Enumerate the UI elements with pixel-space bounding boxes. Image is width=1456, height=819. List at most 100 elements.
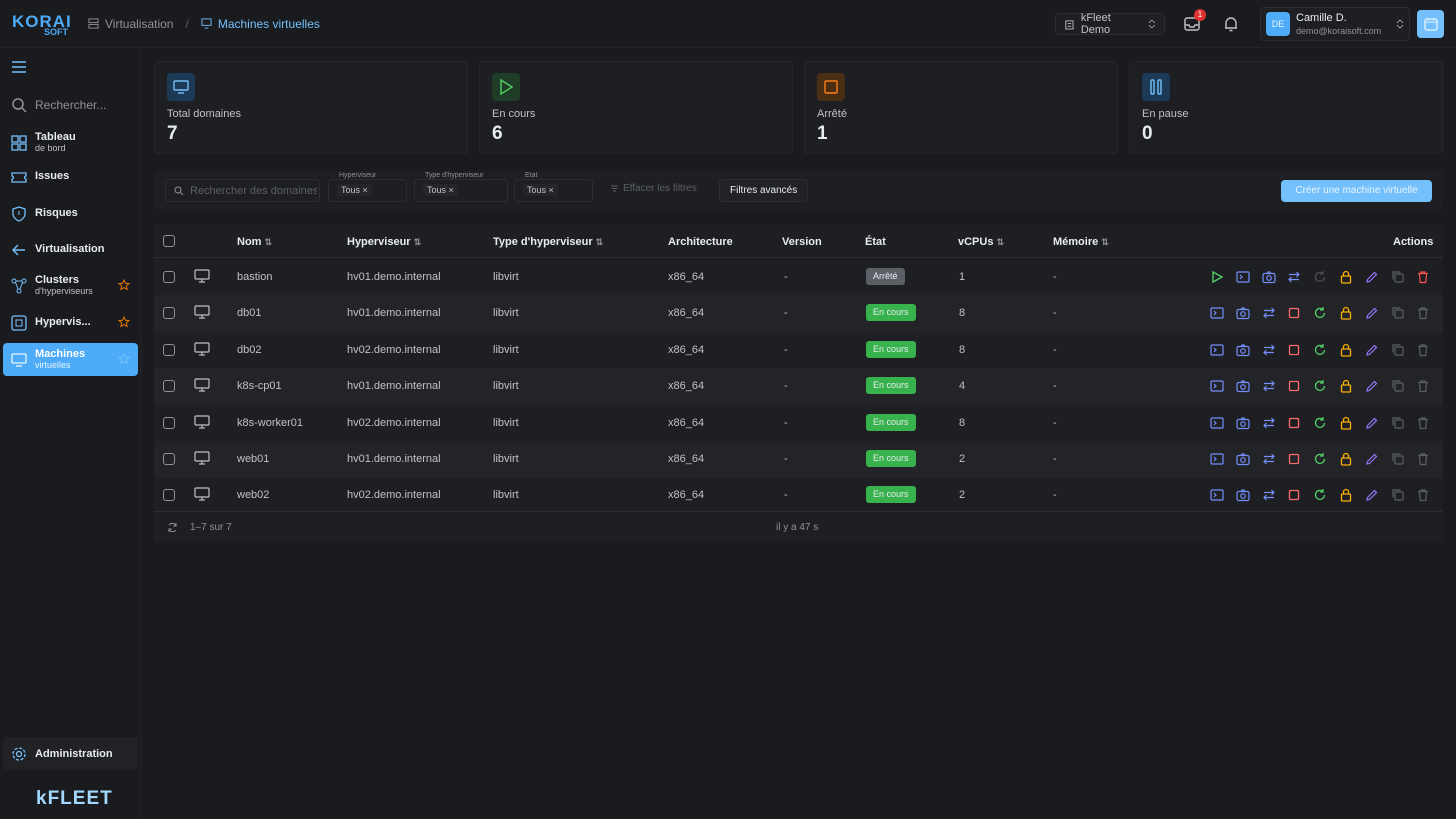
clone-icon[interactable] (1391, 270, 1405, 284)
restart-icon[interactable] (1313, 270, 1327, 284)
restart-icon[interactable] (1313, 379, 1327, 393)
table-row[interactable]: bastion hv01.demo.internal libvirt x86_64 - 1… (154, 259, 1443, 296)
column-header-memoire[interactable]: Mémoire ⇅ (1053, 236, 1109, 248)
trash-icon[interactable] (1416, 270, 1430, 284)
row-checkbox[interactable] (163, 417, 175, 429)
filter-tag[interactable]: Tous × (523, 184, 558, 196)
filter-type-hyperviseur[interactable]: Type d'hyperviseur Tous × (414, 172, 508, 202)
sidebar-item-risques[interactable]: Risques (3, 197, 138, 230)
vm-name[interactable]: db01 (237, 307, 261, 319)
app-logo[interactable]: KORAI SOFT (12, 0, 82, 48)
restart-icon[interactable] (1313, 452, 1327, 466)
clear-filters-button[interactable]: Effacer les filtres (610, 183, 697, 194)
filter-hyperviseur[interactable]: Hyperviseur Tous × (328, 172, 407, 202)
camera-icon[interactable] (1236, 306, 1250, 320)
stop-icon[interactable] (1287, 488, 1301, 502)
edit-icon[interactable] (1365, 452, 1379, 466)
column-header-vcpus[interactable]: vCPUs ⇅ (958, 236, 1004, 248)
trash-icon[interactable] (1416, 306, 1430, 320)
sidebar-item-dashboard[interactable]: Tableau de bord (3, 126, 138, 159)
lock-icon[interactable] (1339, 343, 1353, 357)
play-icon[interactable] (1210, 270, 1224, 284)
star-icon[interactable] (118, 316, 130, 328)
migrate-icon[interactable] (1262, 306, 1276, 320)
star-icon[interactable] (118, 279, 130, 291)
sidebar-item-administration[interactable]: Administration (3, 737, 138, 770)
restart-icon[interactable] (1313, 306, 1327, 320)
stop-icon[interactable] (1287, 343, 1301, 357)
sidebar-item-hyperviseurs[interactable]: Hypervis... (3, 306, 138, 339)
camera-icon[interactable] (1236, 452, 1250, 466)
breadcrumb-item-machines[interactable]: Machines virtuelles (201, 17, 320, 31)
table-row[interactable]: k8s-cp01 hv01.demo.internal libvirt x86_64 -… (154, 368, 1443, 405)
table-row[interactable]: web02 hv02.demo.internal libvirt x86_64 - 2 - E… (154, 477, 1443, 514)
table-row[interactable]: db02 hv02.demo.internal libvirt x86_64 - 8 - En… (154, 332, 1443, 369)
hamburger-icon[interactable] (11, 60, 27, 74)
lock-icon[interactable] (1339, 270, 1353, 284)
create-vm-button[interactable]: Créer une machine virtuelle (1281, 180, 1432, 202)
terminal-icon[interactable] (1210, 416, 1224, 430)
filter-tag[interactable]: Tous × (337, 184, 372, 196)
vm-name[interactable]: db02 (237, 344, 261, 356)
clone-icon[interactable] (1391, 306, 1405, 320)
table-row[interactable]: db01 hv01.demo.internal libvirt x86_64 - 8 - En… (154, 295, 1443, 332)
camera-icon[interactable] (1236, 379, 1250, 393)
lock-icon[interactable] (1339, 488, 1353, 502)
column-header-nom[interactable]: Nom ⇅ (237, 236, 272, 248)
stop-icon[interactable] (1287, 452, 1301, 466)
trash-icon[interactable] (1416, 379, 1430, 393)
migrate-icon[interactable] (1287, 270, 1301, 284)
trash-icon[interactable] (1416, 343, 1430, 357)
close-icon[interactable]: × (449, 185, 454, 195)
terminal-icon[interactable] (1210, 452, 1224, 466)
sidebar-item-issues[interactable]: Issues (3, 160, 138, 193)
edit-icon[interactable] (1365, 270, 1379, 284)
restart-icon[interactable] (1313, 488, 1327, 502)
vm-name[interactable]: k8s-cp01 (237, 380, 282, 392)
table-row[interactable]: k8s-worker01 hv02.demo.internal libvirt x86… (154, 405, 1443, 442)
lock-icon[interactable] (1339, 416, 1353, 430)
column-header-hyperviseur[interactable]: Hyperviseur ⇅ (347, 236, 421, 248)
sidebar-item-virtualisation[interactable]: Virtualisation (3, 233, 138, 266)
edit-icon[interactable] (1365, 488, 1379, 502)
lock-icon[interactable] (1339, 306, 1353, 320)
vm-name[interactable]: bastion (237, 271, 272, 283)
vm-name[interactable]: k8s-worker01 (237, 417, 303, 429)
clone-icon[interactable] (1391, 452, 1405, 466)
migrate-icon[interactable] (1262, 343, 1276, 357)
user-menu[interactable]: DE Camille D. demo@koraisoft.com (1260, 7, 1410, 41)
migrate-icon[interactable] (1262, 488, 1276, 502)
refresh-icon[interactable] (167, 522, 178, 533)
close-icon[interactable]: × (363, 185, 368, 195)
migrate-icon[interactable] (1262, 379, 1276, 393)
edit-icon[interactable] (1365, 379, 1379, 393)
domain-search-input[interactable]: Rechercher des domaines... (165, 179, 320, 202)
row-checkbox[interactable] (163, 344, 175, 356)
clone-icon[interactable] (1391, 416, 1405, 430)
clone-icon[interactable] (1391, 488, 1405, 502)
table-row[interactable]: web01 hv01.demo.internal libvirt x86_64 - 2 - E… (154, 441, 1443, 478)
edit-icon[interactable] (1365, 416, 1379, 430)
row-checkbox[interactable] (163, 271, 175, 283)
row-checkbox[interactable] (163, 453, 175, 465)
tenant-selector[interactable]: kFleet Demo (1055, 12, 1165, 36)
clone-icon[interactable] (1391, 379, 1405, 393)
camera-icon[interactable] (1261, 270, 1276, 284)
sidebar-item-clusters[interactable]: Clusters d'hyperviseurs (3, 269, 138, 302)
close-icon[interactable]: × (549, 185, 554, 195)
filter-tag[interactable]: Tous × (423, 184, 458, 196)
calendar-button[interactable] (1417, 10, 1444, 38)
migrate-icon[interactable] (1262, 452, 1276, 466)
camera-icon[interactable] (1236, 416, 1250, 430)
terminal-icon[interactable] (1210, 379, 1224, 393)
star-icon[interactable] (118, 353, 130, 365)
camera-icon[interactable] (1236, 488, 1250, 502)
restart-icon[interactable] (1313, 416, 1327, 430)
camera-icon[interactable] (1236, 343, 1250, 357)
row-checkbox[interactable] (163, 489, 175, 501)
vm-name[interactable]: web02 (237, 489, 269, 501)
migrate-icon[interactable] (1262, 416, 1276, 430)
lock-icon[interactable] (1339, 379, 1353, 393)
row-checkbox[interactable] (163, 380, 175, 392)
trash-icon[interactable] (1416, 452, 1430, 466)
